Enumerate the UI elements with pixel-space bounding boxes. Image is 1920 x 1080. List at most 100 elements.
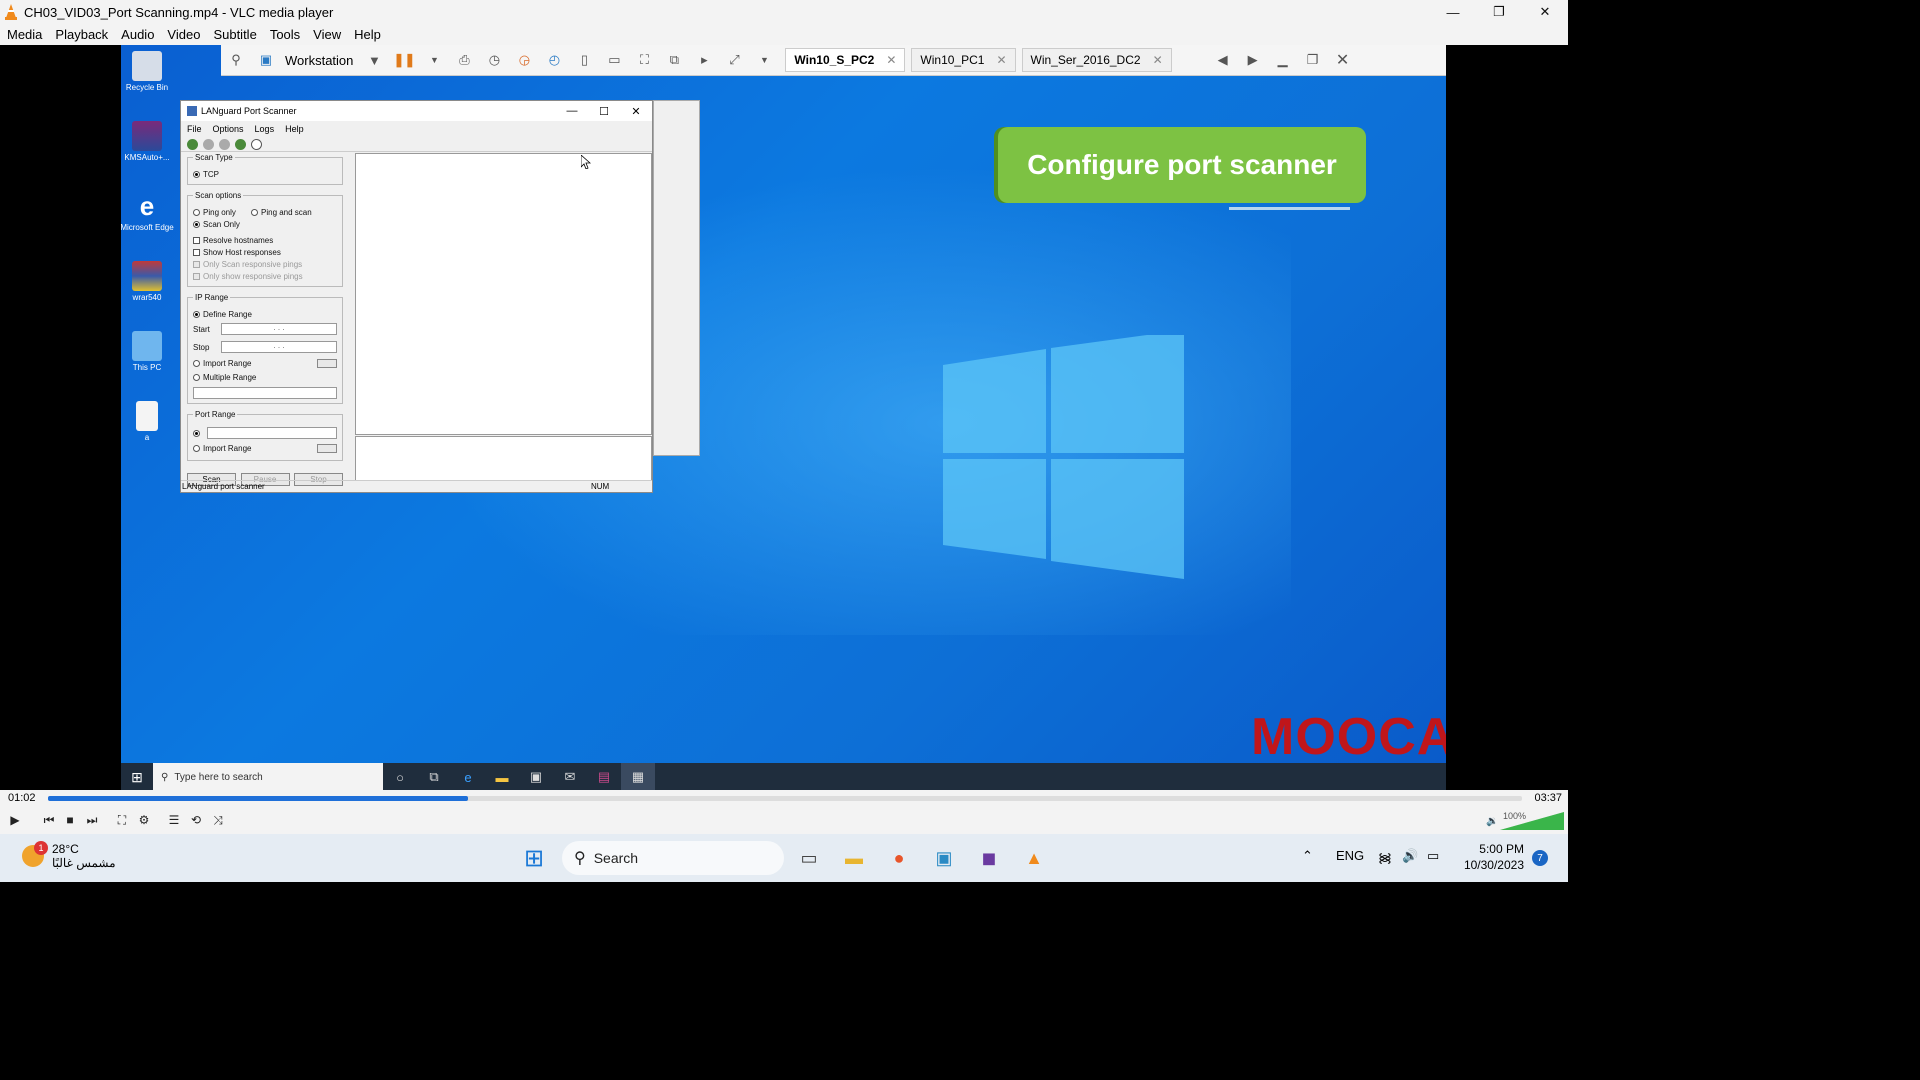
menu-audio[interactable]: Audio — [114, 27, 160, 42]
start-scan-icon[interactable] — [187, 138, 198, 150]
minimize-icon[interactable]: ▁ — [1272, 49, 1294, 71]
multiple-range-field[interactable] — [193, 387, 337, 399]
import-ip-browse-button[interactable] — [317, 359, 337, 368]
close-icon[interactable]: ✕ — [1332, 49, 1354, 71]
wifi-icon[interactable]: ᯼ — [1378, 848, 1392, 866]
notification-icon[interactable]: 7 — [1532, 850, 1548, 866]
file-explorer-icon[interactable]: ▬ — [840, 844, 868, 872]
import-range-radio[interactable]: Import Range — [193, 358, 251, 370]
battery-icon[interactable]: ▭ — [1427, 848, 1439, 864]
recycle-bin-icon[interactable]: Recycle Bin — [121, 51, 174, 92]
vmware-icon[interactable]: ▣ — [930, 844, 958, 872]
port-range-radio[interactable] — [193, 429, 200, 437]
edge-icon[interactable]: e — [451, 763, 485, 790]
vm-tab-win10-s-pc2[interactable]: Win10_S_PC2 ✕ — [785, 48, 906, 72]
menu-help[interactable]: Help — [279, 124, 309, 134]
close-icon[interactable]: ✕ — [886, 53, 896, 67]
vm-tab-win10-pc1[interactable]: Win10_PC1 ✕ — [911, 48, 1016, 72]
chevron-down-icon[interactable]: ▼ — [753, 49, 775, 71]
previous-icon[interactable]: ⏮ — [38, 810, 60, 830]
restore-button[interactable]: ❐ — [1476, 0, 1522, 24]
menu-options[interactable]: Options — [207, 124, 249, 134]
computer-icon[interactable]: This PC — [121, 331, 174, 372]
pause-scan-icon[interactable] — [203, 138, 214, 150]
snapshot-manager-icon[interactable]: ◴ — [543, 49, 565, 71]
close-button[interactable]: ✕ — [1522, 0, 1568, 24]
windows-start-icon[interactable]: ⊞ — [520, 844, 548, 872]
chevron-up-icon[interactable]: ⌃ — [1302, 848, 1313, 864]
import-port-range-radio[interactable]: Import Range — [193, 443, 251, 455]
video-area[interactable]: Recycle Bin KMSAuto+... e Microsoft Edge … — [0, 45, 1568, 790]
edge-icon[interactable]: e Microsoft Edge — [121, 191, 174, 232]
vlc-icon[interactable]: ▲ — [1020, 844, 1048, 872]
winrar-icon[interactable]: wrar540 — [121, 261, 174, 302]
full-screen-icon[interactable]: ⛶ — [633, 49, 655, 71]
menu-media[interactable]: Media — [0, 27, 48, 42]
tcp-radio[interactable]: TCP — [193, 168, 337, 180]
shuffle-icon[interactable]: ⤨ — [207, 810, 229, 830]
menu-tools[interactable]: Tools — [263, 27, 306, 42]
snapshot-icon[interactable]: ◷ — [483, 49, 505, 71]
fullscreen-icon[interactable]: ⛶ — [111, 810, 133, 830]
menu-logs[interactable]: Logs — [249, 124, 280, 134]
about-icon[interactable] — [251, 138, 262, 150]
chevron-down-icon[interactable]: ▼ — [423, 49, 445, 71]
menu-subtitle[interactable]: Subtitle — [206, 27, 262, 42]
options-icon[interactable] — [235, 138, 246, 150]
ping-and-scan-radio[interactable]: Ping and scan — [251, 206, 312, 218]
play-button[interactable]: ▶ — [4, 810, 26, 830]
winrar-icon[interactable]: ▤ — [587, 763, 621, 790]
host-search-box[interactable]: ⚲ Search — [562, 841, 784, 875]
language-indicator[interactable]: ENG — [1336, 848, 1364, 863]
stop-icon[interactable]: ■ — [59, 810, 81, 830]
task-view-icon[interactable]: ⧉ — [417, 763, 451, 790]
tab-scroll-left-icon[interactable]: ◀ — [1212, 49, 1234, 71]
weather-widget[interactable]: 1 28°C مشمس غالبًا — [22, 841, 116, 870]
resolve-hostnames-checkbox[interactable]: Resolve hostnames — [193, 234, 337, 246]
sidebar-icon[interactable]: ▯ — [573, 49, 595, 71]
windows-start-icon[interactable]: ⊞ — [121, 763, 153, 790]
close-button[interactable]: ✕ — [620, 101, 652, 121]
show-host-responses-checkbox[interactable]: Show Host responses — [193, 246, 337, 258]
close-icon[interactable]: ✕ — [1153, 53, 1163, 67]
port-range-field[interactable] — [207, 427, 337, 439]
maximize-button[interactable]: ☐ — [588, 101, 620, 121]
console-icon[interactable]: ▸ — [693, 49, 715, 71]
scan-only-radio[interactable]: Scan Only — [193, 218, 337, 230]
menu-view[interactable]: View — [306, 27, 347, 42]
loop-icon[interactable]: ⟲ — [185, 810, 207, 830]
volume-icon[interactable]: 🔊 — [1402, 848, 1418, 864]
stop-scan-icon[interactable] — [219, 138, 230, 150]
vm-tab-win-ser-2016-dc2[interactable]: Win_Ser_2016_DC2 ✕ — [1021, 48, 1172, 72]
define-range-radio[interactable]: Define Range — [193, 308, 337, 320]
cortana-icon[interactable]: ○ — [383, 763, 417, 790]
task-view-icon[interactable]: ▭ — [795, 844, 823, 872]
pdf-app-icon[interactable]: ◼ — [975, 844, 1003, 872]
log-pane[interactable] — [355, 436, 652, 481]
clock[interactable]: 5:00 PM 10/30/2023 — [1464, 841, 1524, 873]
file-explorer-icon[interactable]: ▬ — [485, 763, 519, 790]
start-ip-field[interactable]: . . . — [221, 323, 337, 335]
menu-file[interactable]: File — [181, 124, 207, 134]
revert-snapshot-icon[interactable]: ◶ — [513, 49, 535, 71]
text-file-icon[interactable]: a — [121, 401, 174, 442]
import-port-browse-button[interactable] — [317, 444, 337, 453]
store-icon[interactable]: ▣ — [519, 763, 553, 790]
menu-playback[interactable]: Playback — [48, 27, 114, 42]
tab-scroll-right-icon[interactable]: ▶ — [1242, 49, 1264, 71]
stop-ip-field[interactable]: . . . — [221, 341, 337, 353]
close-icon[interactable]: ✕ — [996, 53, 1006, 67]
restore-icon[interactable]: ❐ — [1302, 49, 1324, 71]
minimize-button[interactable]: — — [556, 101, 588, 121]
extended-settings-icon[interactable]: ⚙ — [133, 810, 155, 830]
stretch-icon[interactable]: ⤢ — [723, 49, 745, 71]
languard-taskbar-icon[interactable]: ▦ — [621, 763, 655, 790]
results-pane[interactable] — [355, 153, 652, 435]
workstation-menu[interactable]: Workstation — [285, 53, 353, 68]
pause-icon[interactable]: ❚❚ — [393, 49, 416, 71]
vm-search-box[interactable]: ⚲ Type here to search — [153, 763, 383, 790]
pin-icon[interactable]: ⚲ — [225, 49, 247, 71]
menu-help[interactable]: Help — [347, 27, 387, 42]
minimize-button[interactable]: — — [1430, 0, 1476, 24]
multiple-range-radio[interactable]: Multiple Range — [193, 371, 337, 383]
